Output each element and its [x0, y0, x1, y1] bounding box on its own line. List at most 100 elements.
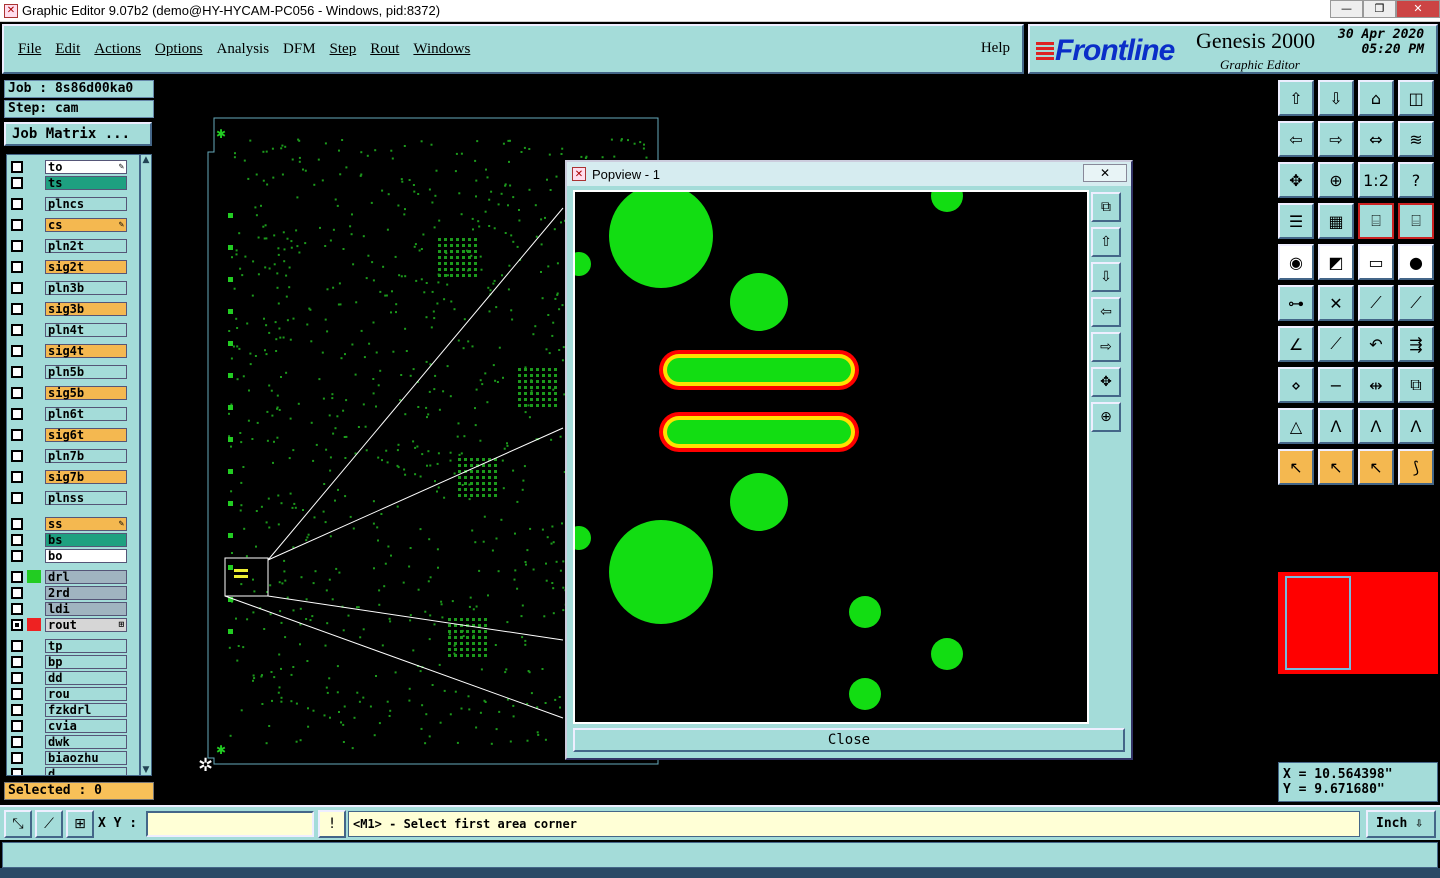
layer-color-swatch[interactable]	[27, 687, 41, 700]
zoom-area-icon[interactable]: ⤡	[4, 810, 32, 838]
layer-checkbox[interactable]	[11, 491, 23, 504]
layer-name[interactable]: sig2t	[45, 259, 127, 274]
menu-actions[interactable]: Actions	[94, 41, 141, 58]
layer-name[interactable]: bp	[45, 654, 127, 669]
layer-row-sig2t[interactable]: sig2t	[7, 259, 131, 274]
menu-step[interactable]: Step	[330, 41, 357, 58]
stretch-icon[interactable]: ⇹	[1358, 367, 1394, 403]
layer-name[interactable]: rou	[45, 686, 127, 701]
step-up-icon[interactable]: ⇧	[1278, 80, 1314, 116]
layer-name[interactable]: pln7b	[45, 448, 127, 463]
layer-checkbox[interactable]	[11, 570, 23, 583]
layer-color-swatch[interactable]	[27, 218, 41, 231]
pad-icon[interactable]: ◉	[1278, 244, 1314, 280]
snap-icon[interactable]: ≋	[1398, 121, 1434, 157]
layer-checkbox[interactable]	[11, 407, 23, 420]
select-net-icon[interactable]: ⟆	[1398, 449, 1434, 485]
layer-row-bo[interactable]: bo	[7, 548, 131, 563]
layer-checkbox[interactable]	[11, 281, 23, 294]
layer-name[interactable]: drl	[45, 569, 127, 584]
layer-name[interactable]: sig3b	[45, 301, 127, 316]
popview-down-icon[interactable]: ⇩	[1091, 262, 1121, 292]
slope-icon[interactable]: ⟋	[1318, 326, 1354, 362]
measure-icon[interactable]: ⟋	[35, 810, 63, 838]
layer-checkbox[interactable]	[11, 344, 23, 357]
layer-row-pln7b[interactable]: pln7b	[7, 448, 131, 463]
layer-row-bs[interactable]: bs	[7, 532, 131, 547]
layer-checkbox[interactable]	[11, 735, 23, 748]
layer-checkbox[interactable]	[11, 639, 23, 652]
layer-row-sig7b[interactable]: sig7b	[7, 469, 131, 484]
layer-name[interactable]: dwk	[45, 734, 127, 749]
layer-name[interactable]: 2rd	[45, 585, 127, 600]
zoom-center-icon[interactable]: ⊕	[1318, 162, 1354, 198]
layer-name[interactable]: sig4t	[45, 343, 127, 358]
layer-color-swatch[interactable]	[27, 197, 41, 210]
layer-name[interactable]: pln3b	[45, 280, 127, 295]
alert-icon[interactable]: !	[318, 810, 346, 838]
overview-panel[interactable]	[1278, 490, 1438, 758]
popview-close-icon[interactable]: ✕	[1083, 164, 1127, 182]
layer-color-swatch[interactable]	[27, 176, 41, 189]
layer-row-bp[interactable]: bp	[7, 654, 131, 669]
layer-name[interactable]: sig5b	[45, 385, 127, 400]
layer-color-swatch[interactable]	[27, 470, 41, 483]
close-window-button[interactable]: ✕	[1396, 0, 1440, 18]
layer-name[interactable]: pln4t	[45, 322, 127, 337]
layer-color-swatch[interactable]	[27, 491, 41, 504]
fit-icon[interactable]: ⇔	[1358, 121, 1394, 157]
menu-rout[interactable]: Rout	[370, 41, 399, 58]
layer-color-swatch[interactable]	[27, 160, 41, 173]
layer-color-swatch[interactable]	[27, 386, 41, 399]
settings-icon[interactable]: ☰	[1278, 203, 1314, 239]
layer-row-dd[interactable]: dd	[7, 670, 131, 685]
layer-color-swatch[interactable]	[27, 671, 41, 684]
layer-row-pln3b[interactable]: pln3b	[7, 280, 131, 295]
layers-b-icon[interactable]: ⌸	[1398, 203, 1434, 239]
layer-row-sig6t[interactable]: sig6t	[7, 427, 131, 442]
layer-checkbox[interactable]	[11, 618, 23, 631]
popview-center-icon[interactable]: ⊕	[1091, 402, 1121, 432]
layer-color-swatch[interactable]	[27, 281, 41, 294]
layer-name[interactable]: to ✎	[45, 159, 127, 174]
layer-row-sig4t[interactable]: sig4t	[7, 343, 131, 358]
menu-options[interactable]: Options	[155, 41, 203, 58]
layer-checkbox[interactable]	[11, 687, 23, 700]
arc-c-icon[interactable]: Λ	[1398, 408, 1434, 444]
layer-checkbox[interactable]	[11, 449, 23, 462]
scale-icon[interactable]: 1:2	[1358, 162, 1394, 198]
layer-checkbox[interactable]	[11, 197, 23, 210]
layer-row-cvia[interactable]: cvia	[7, 718, 131, 733]
arc-b-icon[interactable]: Λ	[1358, 408, 1394, 444]
layer-name[interactable]: cs ✎	[45, 217, 127, 232]
align-icon[interactable]: ⇶	[1398, 326, 1434, 362]
layer-checkbox[interactable]	[11, 176, 23, 189]
layer-name[interactable]: sig6t	[45, 427, 127, 442]
layer-name[interactable]: cvia	[45, 718, 127, 733]
overview-view-frame[interactable]	[1285, 576, 1351, 670]
layer-name[interactable]: biaozhu	[45, 750, 127, 765]
layer-checkbox[interactable]	[11, 767, 23, 775]
popview-up-icon[interactable]: ⇧	[1091, 227, 1121, 257]
layer-name[interactable]: pln6t	[45, 406, 127, 421]
layer-row-fzkdrl[interactable]: fzkdrl	[7, 702, 131, 717]
layer-checkbox[interactable]	[11, 533, 23, 546]
layer-color-swatch[interactable]	[27, 449, 41, 462]
layer-color-swatch[interactable]	[27, 517, 41, 530]
layer-checkbox[interactable]	[11, 671, 23, 684]
maximize-button[interactable]: ❐	[1363, 0, 1396, 18]
layer-row-sig5b[interactable]: sig5b	[7, 385, 131, 400]
menu-analysis[interactable]: Analysis	[217, 41, 270, 58]
layer-color-swatch[interactable]	[27, 751, 41, 764]
layer-name[interactable]: fzkdrl	[45, 702, 127, 717]
layer-row-cs[interactable]: cs ✎	[7, 217, 131, 232]
undo-icon[interactable]: ↶	[1358, 326, 1394, 362]
copy-icon[interactable]: ⟋	[1398, 285, 1434, 321]
layer-name[interactable]: rout ⊞	[45, 617, 127, 632]
layer-name[interactable]: plncs	[45, 196, 127, 211]
layer-row-tp[interactable]: tp	[7, 638, 131, 653]
layer-row-dwk[interactable]: dwk	[7, 734, 131, 749]
line-color-icon[interactable]: ◩	[1318, 244, 1354, 280]
select-poly-icon[interactable]: ↖	[1358, 449, 1394, 485]
delete-icon[interactable]: ✕	[1318, 285, 1354, 321]
